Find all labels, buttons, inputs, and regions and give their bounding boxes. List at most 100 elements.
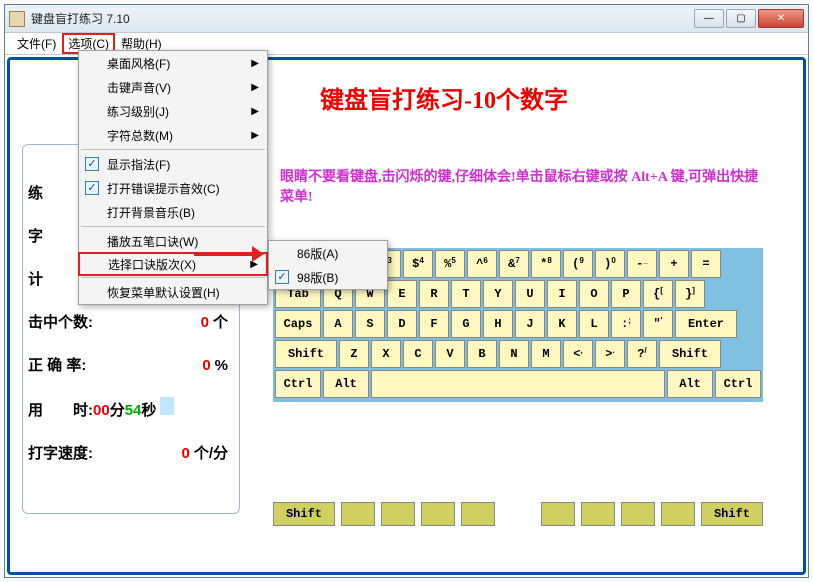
key-z[interactable]: Z <box>339 340 369 368</box>
key-ctrl[interactable]: Ctrl <box>715 370 761 398</box>
check-icon: ✓ <box>85 181 99 195</box>
key-caps[interactable]: Caps <box>275 310 321 338</box>
bottom-shift-right: Shift <box>701 502 763 526</box>
key-enter[interactable]: Enter <box>675 310 737 338</box>
key-x[interactable]: X <box>371 340 401 368</box>
key-v[interactable]: V <box>435 340 465 368</box>
key-j[interactable]: J <box>515 310 545 338</box>
key-[interactable]: (9 <box>563 250 593 278</box>
key-[interactable]: $4 <box>403 250 433 278</box>
bottom-key-7 <box>621 502 655 526</box>
kb-row-3: CapsASDFGHJKL:;"'Enter <box>275 310 761 338</box>
bottom-key-4 <box>461 502 495 526</box>
kb-row-5: CtrlAltAltCtrl <box>275 370 761 398</box>
dd-separator <box>81 149 265 150</box>
key-[interactable]: ?/ <box>627 340 657 368</box>
key-m[interactable]: M <box>531 340 561 368</box>
key-l[interactable]: L <box>579 310 609 338</box>
key-y[interactable]: Y <box>483 280 513 308</box>
check-icon: ✓ <box>85 157 99 171</box>
key-b[interactable]: B <box>467 340 497 368</box>
key-e[interactable]: E <box>387 280 417 308</box>
stat-time: 用 时: 00分54秒 <box>28 397 228 420</box>
key-ctrl[interactable]: Ctrl <box>275 370 321 398</box>
key-[interactable]: + <box>659 250 689 278</box>
submenu-86[interactable]: 86版(A) <box>269 241 387 265</box>
options-dropdown: 桌面风格(F)▶ 击键声音(V)▶ 练习级别(J)▶ 字符总数(M)▶ ✓显示指… <box>78 50 268 305</box>
dd-bg-music[interactable]: 打开背景音乐(B) <box>79 200 267 224</box>
key-shift[interactable]: Shift <box>659 340 721 368</box>
bottom-key-5 <box>541 502 575 526</box>
bottom-shift-left: Shift <box>273 502 335 526</box>
dd-error-sound[interactable]: ✓打开错误提示音效(C) <box>79 176 267 200</box>
bottom-key-1 <box>341 502 375 526</box>
minimize-button[interactable]: — <box>694 9 724 28</box>
dd-practice-level[interactable]: 练习级别(J)▶ <box>79 99 267 123</box>
key-[interactable]: "' <box>643 310 673 338</box>
titlebar: 键盘盲打练习 7.10 — ▢ ✕ <box>5 5 808 33</box>
dd-reset-defaults[interactable]: 恢复菜单默认设置(H) <box>79 280 267 304</box>
dd-key-sound[interactable]: 击键声音(V)▶ <box>79 75 267 99</box>
key-s[interactable]: S <box>355 310 385 338</box>
dd-desktop-style[interactable]: 桌面风格(F)▶ <box>79 51 267 75</box>
key-r[interactable]: R <box>419 280 449 308</box>
submenu-98[interactable]: ✓98版(B) <box>269 265 387 289</box>
key-g[interactable]: G <box>451 310 481 338</box>
key-n[interactable]: N <box>499 340 529 368</box>
key-alt[interactable]: Alt <box>323 370 369 398</box>
key-[interactable]: }] <box>675 280 705 308</box>
key-h[interactable]: H <box>483 310 513 338</box>
key-t[interactable]: T <box>451 280 481 308</box>
arrow-head-icon <box>252 246 264 262</box>
submenu-arrow-icon: ▶ <box>251 82 259 93</box>
key-[interactable]: {[ <box>643 280 673 308</box>
key-[interactable]: &7 <box>499 250 529 278</box>
key-[interactable]: )0 <box>595 250 625 278</box>
key-[interactable]: <, <box>563 340 593 368</box>
submenu-arrow-icon: ▶ <box>251 58 259 69</box>
bottom-key-2 <box>381 502 415 526</box>
dd-char-count[interactable]: 字符总数(M)▶ <box>79 123 267 147</box>
key-[interactable]: -_ <box>627 250 657 278</box>
dd-show-fingering[interactable]: ✓显示指法(F) <box>79 152 267 176</box>
key-[interactable]: ^6 <box>467 250 497 278</box>
instruction-text: 眼睛不要看键盘,击闪烁的键,仔细体会!单击鼠标右键或按 Alt+A 键,可弹出快… <box>280 168 760 207</box>
key-c[interactable]: C <box>403 340 433 368</box>
key-[interactable]: = <box>691 250 721 278</box>
key-space[interactable] <box>371 370 665 398</box>
bottom-key-8 <box>661 502 695 526</box>
key-[interactable]: :; <box>611 310 641 338</box>
key-o[interactable]: O <box>579 280 609 308</box>
submenu-arrow-icon: ▶ <box>251 130 259 141</box>
bottom-key-6 <box>581 502 615 526</box>
maximize-button[interactable]: ▢ <box>726 9 756 28</box>
key-a[interactable]: A <box>323 310 353 338</box>
version-submenu: 86版(A) ✓98版(B) <box>268 240 388 290</box>
window-title: 键盘盲打练习 7.10 <box>31 10 694 27</box>
key-i[interactable]: I <box>547 280 577 308</box>
menu-file[interactable]: 文件(F) <box>11 33 62 54</box>
key-shift[interactable]: Shift <box>275 340 337 368</box>
key-[interactable]: >. <box>595 340 625 368</box>
dd-separator <box>81 277 265 278</box>
main-title: 键盘盲打练习-10个数字 <box>320 80 568 115</box>
check-icon: ✓ <box>275 270 289 284</box>
submenu-arrow-icon: ▶ <box>251 106 259 117</box>
key-u[interactable]: U <box>515 280 545 308</box>
window-buttons: — ▢ ✕ <box>694 9 804 28</box>
key-[interactable]: %5 <box>435 250 465 278</box>
key-k[interactable]: K <box>547 310 577 338</box>
dd-separator <box>81 226 265 227</box>
key-p[interactable]: P <box>611 280 641 308</box>
app-icon <box>9 11 25 27</box>
key-f[interactable]: F <box>419 310 449 338</box>
bottom-indicator-keys: Shift Shift <box>273 502 763 526</box>
stat-accuracy: 正 确 率: 0 % <box>28 354 228 375</box>
stat-speed: 打字速度: 0 个/分 <box>28 442 228 463</box>
key-[interactable]: *8 <box>531 250 561 278</box>
close-button[interactable]: ✕ <box>758 9 804 28</box>
key-alt[interactable]: Alt <box>667 370 713 398</box>
key-d[interactable]: D <box>387 310 417 338</box>
kb-row-4: ShiftZXCVBNM<,>.?/Shift <box>275 340 761 368</box>
callout-arrow <box>194 250 264 258</box>
